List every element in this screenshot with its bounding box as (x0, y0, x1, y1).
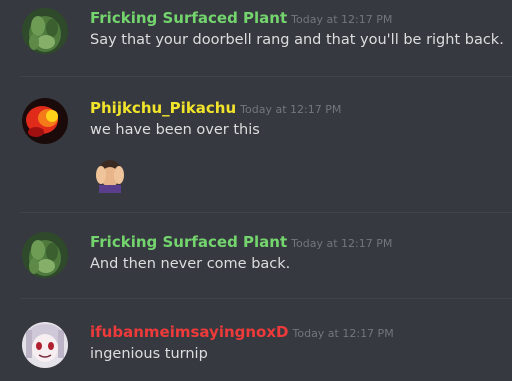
timestamp: Today at 12:17 PM (291, 237, 393, 250)
plant-avatar[interactable] (22, 8, 68, 54)
timestamp: Today at 12:17 PM (291, 13, 393, 26)
username[interactable]: Fricking Surfaced Plant (90, 9, 287, 27)
message-header: Phijkchu_Pikachu Today at 12:17 PM (90, 98, 341, 117)
message-text: we have been over this (90, 122, 260, 138)
facepalm-emoji[interactable] (91, 155, 129, 193)
message-header: Fricking Surfaced Plant Today at 12:17 PM (90, 8, 392, 27)
red-yellow-avatar[interactable] (22, 98, 68, 144)
divider (20, 212, 512, 213)
plant-avatar[interactable] (22, 232, 68, 278)
divider (20, 76, 512, 77)
message-text: ingenious turnip (90, 346, 208, 362)
message-header: Fricking Surfaced Plant Today at 12:17 PM (90, 232, 392, 251)
message-header: ifubanmeimsayingnoxD Today at 12:17 PM (90, 322, 394, 341)
username[interactable]: ifubanmeimsayingnoxD (90, 323, 289, 341)
chat-messages: Fricking Surfaced Plant Today at 12:17 PM… (0, 0, 512, 381)
username[interactable]: Phijkchu_Pikachu (90, 99, 236, 117)
timestamp: Today at 12:17 PM (240, 103, 342, 116)
message-text: Say that your doorbell rang and that you… (90, 32, 504, 48)
message-text: And then never come back. (90, 256, 291, 272)
divider (20, 298, 512, 299)
timestamp: Today at 12:17 PM (292, 327, 394, 340)
username[interactable]: Fricking Surfaced Plant (90, 233, 287, 251)
anime-girl-avatar[interactable] (22, 322, 68, 368)
